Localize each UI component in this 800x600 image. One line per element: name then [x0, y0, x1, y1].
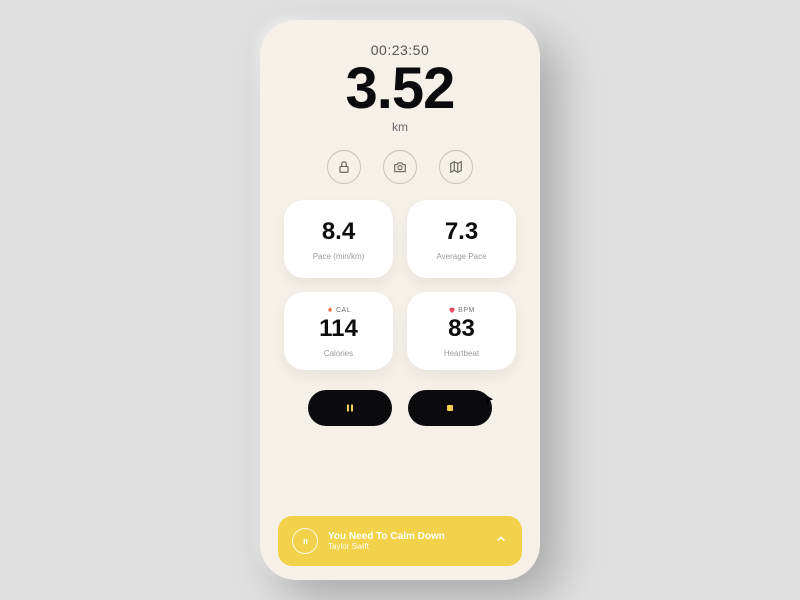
flame-icon — [326, 306, 334, 314]
pace-card[interactable]: 8.4 Pace (min/km) — [284, 200, 393, 278]
pause-icon — [344, 402, 356, 414]
map-button[interactable] — [439, 150, 473, 184]
music-text: You Need To Calm Down Taylor Swift — [328, 531, 494, 551]
distance-value: 3.52 — [278, 60, 522, 118]
avg-pace-card[interactable]: 7.3 Average Pace — [407, 200, 516, 278]
stat-grid: 8.4 Pace (min/km) 7.3 Average Pace CAL 1… — [278, 200, 522, 370]
pause-icon — [301, 537, 310, 546]
control-row — [278, 390, 522, 426]
music-title: You Need To Calm Down — [328, 531, 494, 542]
distance-unit: km — [278, 120, 522, 134]
avg-pace-value: 7.3 — [445, 219, 478, 245]
phone-frame: 00:23:50 3.52 km 8.4 Pace (min/km) 7.3 A… — [260, 20, 540, 580]
calories-badge: CAL — [326, 306, 351, 314]
lock-icon — [337, 160, 351, 174]
map-icon — [449, 160, 463, 174]
calories-card[interactable]: CAL 114 Calories — [284, 292, 393, 370]
music-artist: Taylor Swift — [328, 542, 494, 551]
heart-icon — [448, 306, 456, 314]
action-row — [278, 150, 522, 184]
heart-badge: BPM — [448, 306, 475, 314]
camera-button[interactable] — [383, 150, 417, 184]
stop-button[interactable] — [408, 390, 492, 426]
heart-value: 83 — [448, 316, 475, 342]
avg-pace-label: Average Pace — [436, 252, 486, 261]
lock-button[interactable] — [327, 150, 361, 184]
heart-card[interactable]: BPM 83 Heartbeat — [407, 292, 516, 370]
music-expand-button[interactable] — [494, 532, 508, 551]
pace-label: Pace (min/km) — [313, 252, 365, 261]
pace-value: 8.4 — [322, 219, 355, 245]
music-pause-button[interactable] — [292, 528, 318, 554]
stop-icon — [444, 402, 456, 414]
music-bar[interactable]: You Need To Calm Down Taylor Swift — [278, 516, 522, 566]
chevron-up-icon — [494, 532, 508, 546]
calories-value: 114 — [319, 316, 358, 342]
calories-label: Calories — [324, 349, 353, 358]
pause-button[interactable] — [308, 390, 392, 426]
camera-icon — [393, 160, 407, 174]
heart-label: Heartbeat — [444, 349, 479, 358]
